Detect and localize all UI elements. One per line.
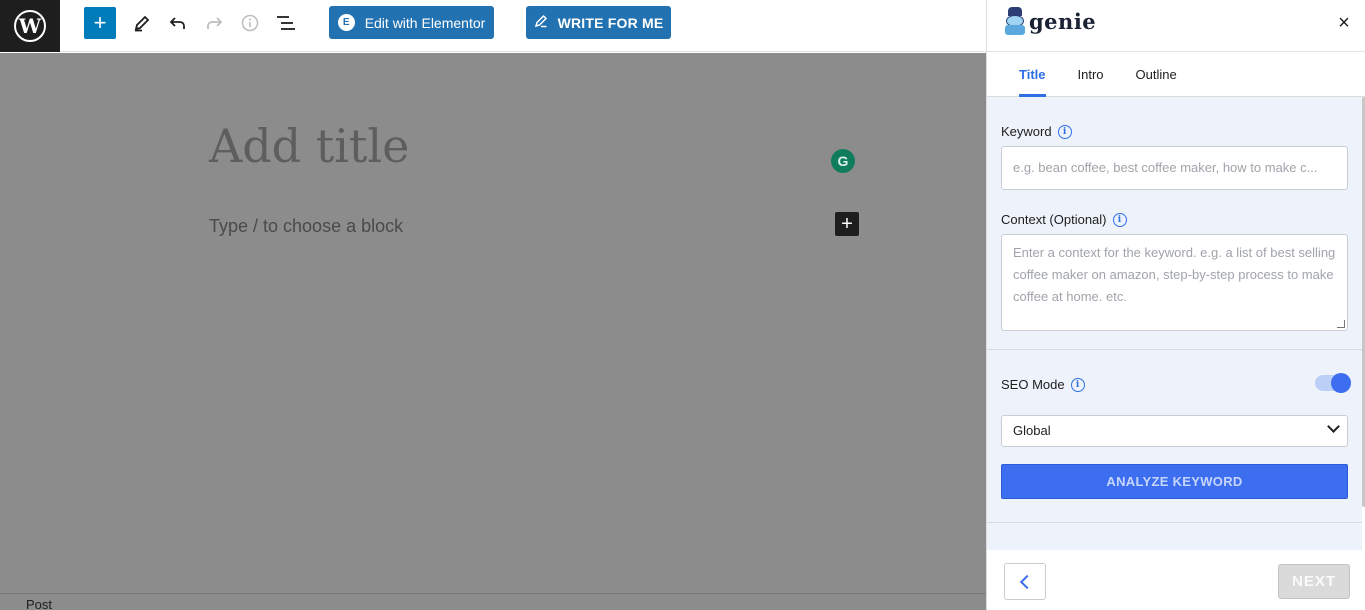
region-select-value: Global (1013, 423, 1051, 438)
context-textarea[interactable]: Enter a context for the keyword. e.g. a … (1001, 234, 1348, 331)
genie-logo: genie (1003, 6, 1096, 36)
edit-with-elementor-button[interactable]: E Edit with Elementor (329, 6, 494, 39)
panel-tabs: Title Intro Outline (987, 52, 1365, 97)
tab-title[interactable]: Title (1019, 52, 1046, 97)
grammarly-icon[interactable]: G (831, 149, 855, 173)
panel-form: Keyword i e.g. bean coffee, best coffee … (987, 97, 1362, 550)
genie-panel: genie × Title Intro Outline Keyword i e.… (986, 0, 1365, 610)
pencil-tools-icon[interactable] (127, 8, 157, 38)
panel-footer: NEXT (987, 550, 1365, 610)
redo-icon[interactable] (199, 8, 229, 38)
seo-mode-info-icon[interactable]: i (1070, 377, 1085, 392)
keyword-input[interactable]: e.g. bean coffee, best coffee maker, how… (1001, 146, 1348, 190)
genie-mascot-icon (1003, 6, 1027, 36)
editor-canvas: Add title Type / to choose a block G + (0, 53, 986, 610)
toggle-knob (1331, 373, 1351, 393)
seo-mode-label-row: SEO Mode i (1001, 377, 1085, 392)
pen-icon (534, 14, 548, 31)
seo-mode-toggle[interactable] (1315, 373, 1351, 393)
tab-intro[interactable]: Intro (1078, 52, 1104, 97)
post-title-input[interactable]: Add title (209, 119, 409, 173)
breadcrumb-post[interactable]: Post (26, 597, 52, 610)
back-button[interactable] (1004, 563, 1046, 600)
undo-icon[interactable] (163, 8, 193, 38)
write-for-me-label: WRITE FOR ME (557, 14, 664, 31)
resize-handle-icon[interactable] (1337, 320, 1345, 328)
region-select[interactable]: Global (1001, 415, 1348, 447)
inline-add-block-button[interactable]: + (835, 212, 859, 236)
editor-footer: Post (0, 593, 986, 610)
panel-header: genie × (987, 0, 1365, 52)
seo-mode-label: SEO Mode (1001, 377, 1065, 392)
next-button[interactable]: NEXT (1278, 564, 1350, 599)
brand-name: genie (1029, 8, 1097, 34)
list-view-icon[interactable] (271, 8, 301, 38)
add-block-button[interactable]: + (84, 7, 116, 39)
info-details-icon[interactable] (235, 8, 265, 38)
tab-outline[interactable]: Outline (1136, 52, 1177, 97)
context-label-row: Context (Optional) i (1001, 212, 1127, 227)
section-divider (987, 349, 1362, 350)
context-placeholder: Enter a context for the keyword. e.g. a … (1013, 245, 1336, 304)
section-divider-bottom (987, 522, 1362, 523)
elementor-icon: E (337, 14, 355, 31)
keyword-label-row: Keyword i (1001, 124, 1072, 139)
edit-with-elementor-label: Edit with Elementor (364, 14, 486, 31)
chevron-down-icon (1327, 420, 1340, 433)
wordpress-icon: W (14, 9, 46, 42)
write-for-me-button[interactable]: WRITE FOR ME (526, 6, 671, 39)
context-info-icon[interactable]: i (1112, 212, 1127, 227)
close-icon[interactable]: × (1333, 12, 1355, 34)
keyword-info-icon[interactable]: i (1057, 124, 1072, 139)
keyword-label: Keyword (1001, 124, 1052, 139)
block-placeholder[interactable]: Type / to choose a block (209, 216, 403, 237)
wordpress-logo-button[interactable]: W (0, 0, 60, 52)
analyze-keyword-button[interactable]: ANALYZE KEYWORD (1001, 464, 1348, 499)
context-label: Context (Optional) (1001, 212, 1107, 227)
chevron-left-icon (1019, 574, 1035, 589)
